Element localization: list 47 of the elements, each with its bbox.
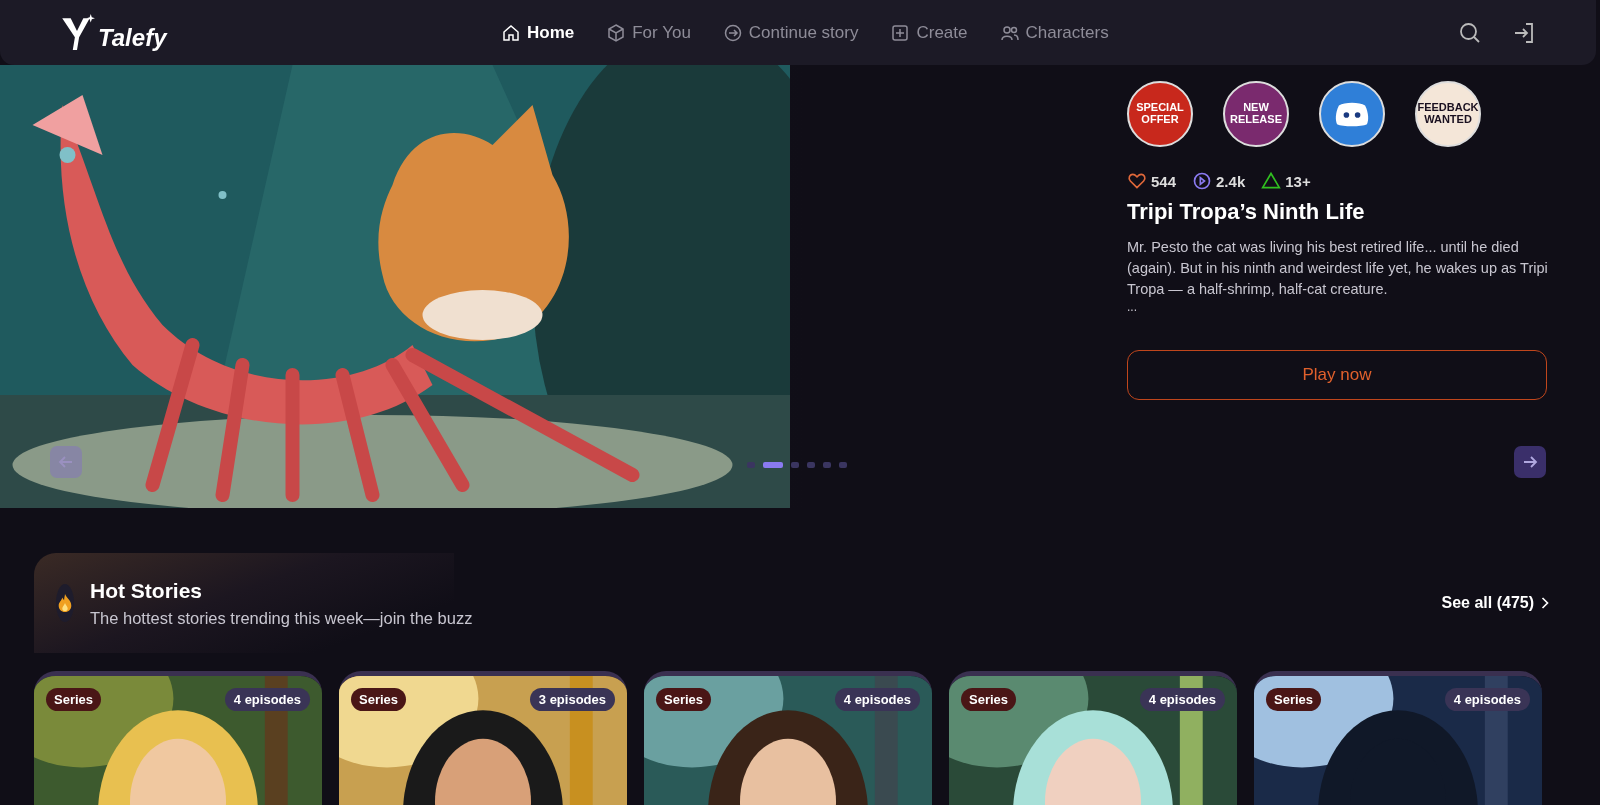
search-icon[interactable] — [1458, 20, 1482, 45]
series-tag: Series — [351, 688, 407, 711]
nav-tab[interactable]: Continue story — [722, 22, 859, 43]
section-subtitle: The hottest stories trending this week—join the buzz — [90, 608, 473, 628]
plays-count: 2.4k — [1216, 172, 1246, 190]
promo-badge[interactable]: NEW RELEASE — [1223, 81, 1289, 147]
episodes-count: 3 episodes — [529, 688, 615, 711]
more-ellipsis: ... — [1127, 300, 1138, 314]
prev-button[interactable] — [50, 446, 82, 478]
story-description: Mr. Pesto the cat was living his best retired life... until he died (again). But in his ninth and weirdest life yet, he wakes up as Tripi Tropa — a half-shrimp, half-cat creature. — [1127, 238, 1549, 299]
fire-icon — [56, 584, 74, 622]
series-tag: Series — [46, 688, 102, 711]
episodes-count: 4 episodes — [834, 688, 920, 711]
story-title: Tripi Tropa’s Ninth Life — [1127, 199, 1366, 225]
likes-count: 544 — [1151, 172, 1177, 190]
see-all-link[interactable]: See all (475) — [1441, 594, 1550, 612]
plus-square-icon — [890, 22, 911, 43]
login-icon[interactable] — [1512, 20, 1536, 45]
cube-icon — [606, 22, 627, 43]
nav-tab[interactable]: Home — [501, 22, 575, 43]
episodes-count: 4 episodes — [224, 688, 310, 711]
triangle-icon — [1261, 171, 1282, 191]
play-button[interactable]: Play now — [1127, 350, 1547, 400]
story-card[interactable]: Series 3 episodes — [339, 671, 627, 805]
episodes-count: 4 episodes — [1444, 688, 1530, 711]
next-button[interactable] — [1514, 446, 1546, 478]
section-title: Hot Stories — [90, 578, 203, 603]
heart-icon — [1127, 171, 1147, 191]
chevron-icon — [1540, 596, 1550, 610]
series-tag: Series — [961, 688, 1017, 711]
play-icon — [1192, 171, 1213, 191]
story-card[interactable]: Series 4 episodes — [949, 671, 1237, 805]
arrow-circle-icon — [722, 22, 743, 43]
promo-badge[interactable]: FEEDBACK WANTED — [1415, 81, 1481, 147]
nav-tab[interactable]: Characters — [999, 22, 1109, 43]
home-icon — [501, 22, 521, 43]
story-card[interactable]: Series 4 episodes — [1254, 671, 1542, 805]
promo-badge[interactable]: SPECIAL OFFER — [1127, 81, 1193, 147]
series-tag: Series — [656, 688, 712, 711]
nav-tab[interactable]: For You — [606, 22, 691, 43]
series-tag: Series — [1266, 688, 1322, 711]
story-card[interactable]: Series 4 episodes — [34, 671, 322, 805]
story-card[interactable]: Series 4 episodes — [644, 671, 932, 805]
age-rating: 13+ — [1285, 172, 1311, 190]
logo-text[interactable]: Talefy — [98, 23, 167, 52]
nav-tab[interactable]: Create — [890, 22, 968, 43]
episodes-count: 4 episodes — [1139, 688, 1225, 711]
